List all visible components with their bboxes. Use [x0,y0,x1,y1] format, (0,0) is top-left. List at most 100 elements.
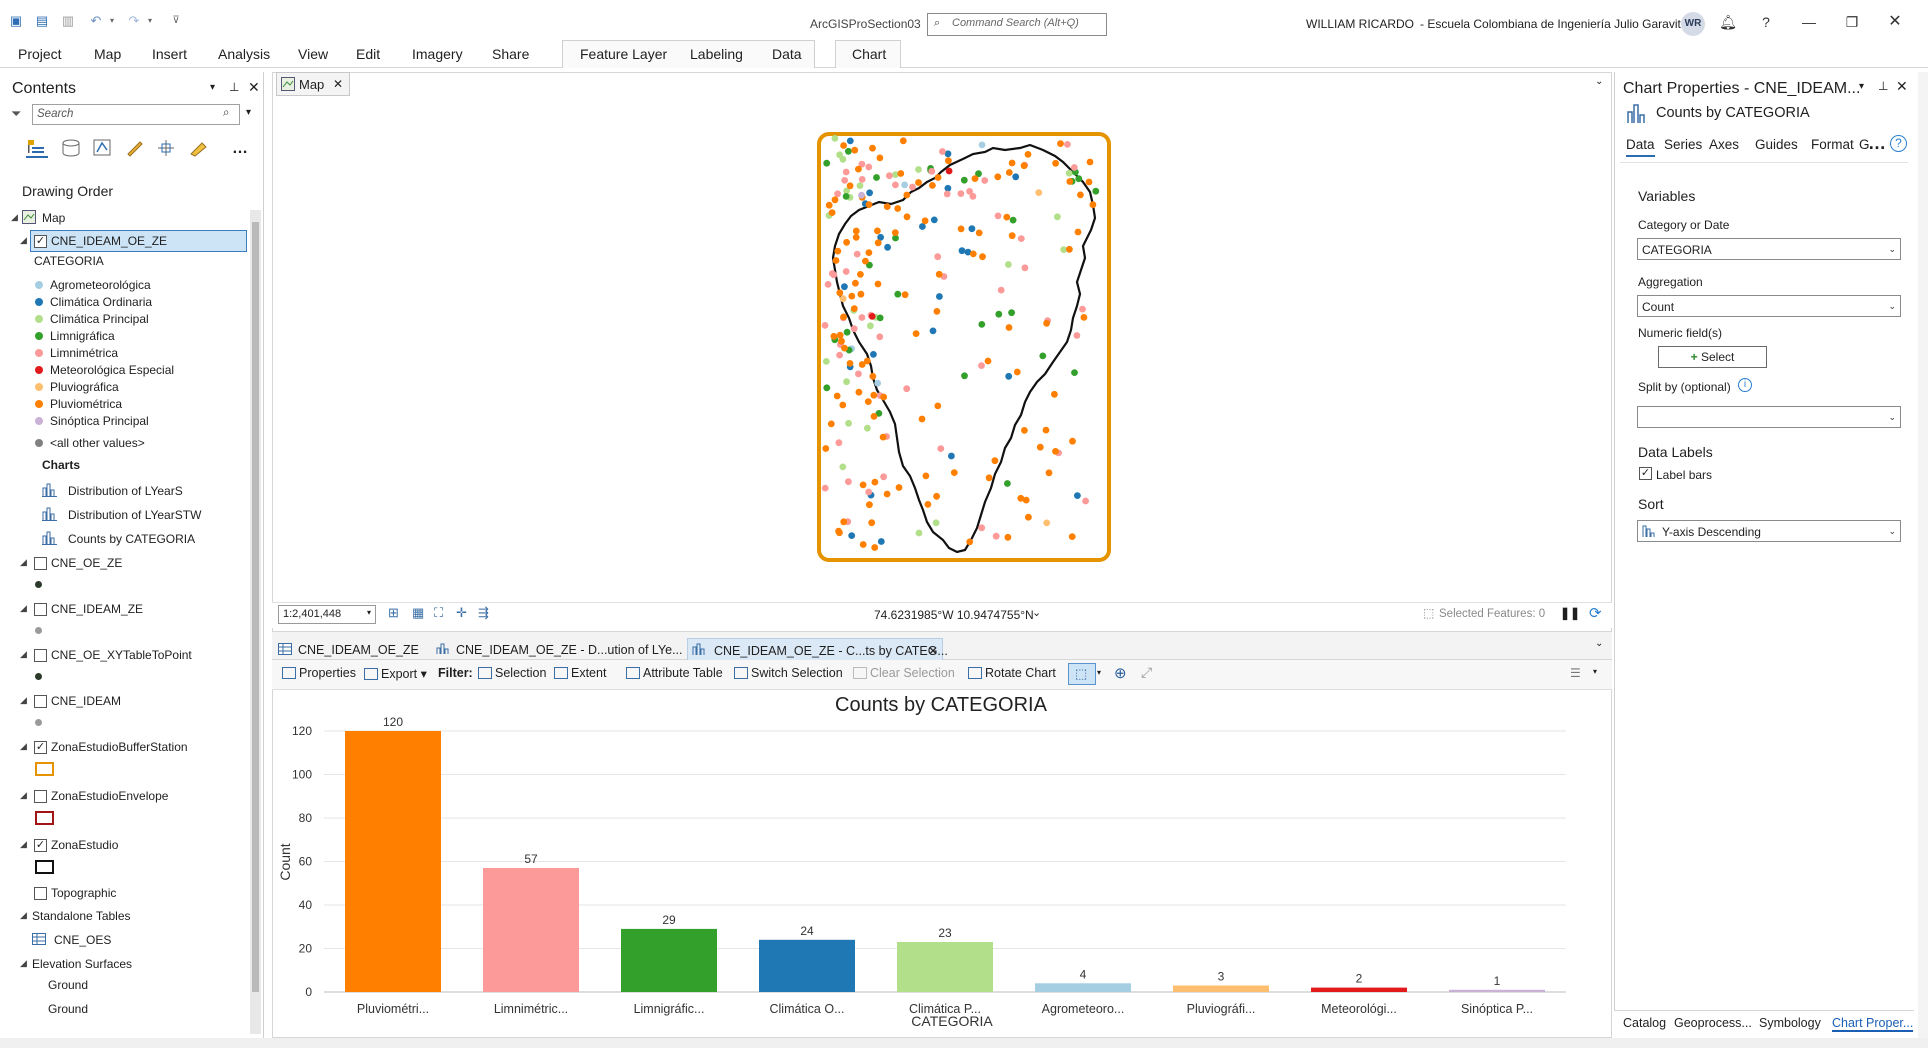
station-point[interactable] [1051,390,1058,398]
bar[interactable] [1449,989,1545,992]
station-point[interactable] [864,398,872,405]
category-select[interactable]: CATEGORIA ⌄ [1637,238,1901,260]
station-point[interactable] [901,291,909,299]
station-point[interactable] [843,238,850,246]
station-point[interactable] [1013,368,1021,376]
layer-visibility-checkbox[interactable]: ✓ [34,741,47,754]
station-point[interactable] [994,212,1002,220]
station-point[interactable] [1005,169,1013,176]
station-point[interactable] [978,524,986,532]
props-tab-axes[interactable]: Axes [1709,137,1739,152]
station-point[interactable] [1043,319,1050,327]
station-point[interactable] [1039,352,1047,360]
station-point[interactable] [843,328,851,336]
station-point[interactable] [866,189,873,197]
tab-map[interactable]: Map [94,46,121,62]
bottom-tab-geoprocessing[interactable]: Geoprocess... [1674,1016,1752,1030]
station-point[interactable] [922,472,930,480]
tab-data[interactable]: Data [772,46,802,62]
station-point[interactable] [957,225,965,233]
station-point[interactable] [874,239,882,247]
station-point[interactable] [842,268,850,275]
label-bars-checkbox[interactable]: ✓ [1639,467,1652,480]
station-point[interactable] [1070,164,1078,171]
station-point[interactable] [839,401,847,409]
station-point[interactable] [892,181,899,189]
map-options-icon[interactable]: ⌄ [1595,76,1603,87]
coordinates-dropdown-icon[interactable]: ⌄ [1032,606,1041,619]
station-point[interactable] [830,332,838,340]
station-point[interactable] [1042,426,1050,434]
station-point[interactable] [1008,309,1015,317]
station-point[interactable] [855,370,862,378]
bar-chart[interactable]: Counts by CATEGORIA Count CATEGORIA 0204… [272,690,1612,1038]
station-point[interactable] [939,148,946,155]
list-by-labeling-button[interactable] [188,138,210,158]
station-point[interactable] [934,174,942,181]
station-point[interactable] [894,205,902,212]
station-point[interactable] [831,135,839,142]
station-point[interactable] [1085,178,1093,186]
grid-icon[interactable]: ▦ [412,605,424,621]
station-point[interactable] [933,492,940,500]
station-point[interactable] [897,170,905,177]
station-point[interactable] [832,257,840,264]
help-icon[interactable]: ? [1890,135,1907,152]
bar[interactable] [1311,987,1407,992]
station-point[interactable] [1052,448,1059,455]
contents-search-input[interactable]: Search ⌕ [32,104,240,125]
station-point[interactable] [870,391,878,399]
station-point[interactable] [845,419,852,427]
station-point[interactable] [915,179,922,186]
station-point[interactable] [842,168,850,176]
station-point[interactable] [975,229,983,237]
station-point[interactable] [822,358,830,365]
station-point[interactable] [1064,141,1071,148]
station-point[interactable] [1005,324,1013,331]
fixed-zoom-icon[interactable]: ⊞ [388,605,399,621]
station-point[interactable] [894,290,902,298]
clear-selection-button[interactable]: Clear Selection [853,666,955,684]
station-point[interactable] [1005,261,1012,268]
station-point[interactable] [858,314,866,321]
station-point[interactable] [852,233,860,241]
station-point[interactable] [833,392,841,400]
station-point[interactable] [851,146,859,154]
station-point[interactable] [937,445,945,452]
station-point[interactable] [1004,480,1011,487]
station-point[interactable] [827,420,835,428]
pin-icon[interactable]: ⊥ [1878,79,1888,93]
station-point[interactable] [1020,162,1028,170]
station-point[interactable] [1074,492,1081,499]
station-point[interactable] [845,478,852,486]
redo-icon[interactable]: ↷ [126,14,142,28]
station-point[interactable] [840,518,848,526]
station-point[interactable] [991,457,999,465]
station-point[interactable] [903,213,911,221]
export-button[interactable]: Export ▾ [364,666,427,684]
redo-dropdown-icon[interactable]: ▾ [142,14,158,28]
navigation-icon[interactable]: ⇶ [478,605,489,621]
station-point[interactable] [834,247,842,255]
sort-select[interactable]: Y-axis Descending ⌄ [1637,520,1901,542]
station-point[interactable] [909,183,916,191]
station-point[interactable] [903,385,911,393]
station-point[interactable] [1009,216,1017,224]
station-point[interactable] [822,445,830,452]
station-point[interactable] [865,163,873,171]
station-point[interactable] [1052,159,1059,167]
station-point[interactable] [1021,427,1028,434]
station-point[interactable] [874,227,881,235]
props-tab-series[interactable]: Series [1664,137,1702,152]
station-point[interactable] [858,361,866,368]
station-point[interactable] [839,463,847,471]
station-point[interactable] [856,182,864,189]
avatar[interactable]: WR [1681,12,1705,36]
minimize-icon[interactable]: — [1799,12,1819,32]
station-point[interactable] [934,402,942,410]
aggregation-select[interactable]: Count ⌄ [1637,295,1901,317]
station-point[interactable] [831,196,839,204]
station-point[interactable] [866,501,873,509]
restore-icon[interactable]: ❐ [1842,12,1862,32]
station-point[interactable] [1068,533,1076,540]
